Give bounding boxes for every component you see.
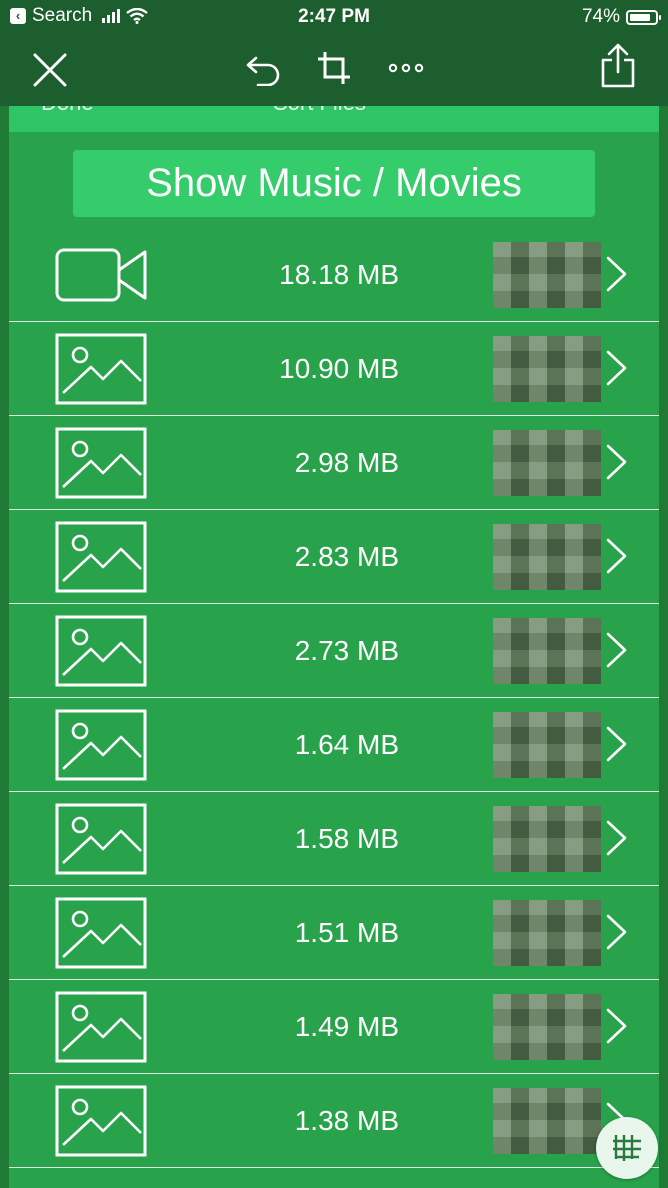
thumbnail-preview	[493, 524, 601, 590]
file-size: 2.73 MB	[294, 635, 399, 666]
file-row[interactable]: 1.38 MB	[9, 1074, 659, 1168]
image-icon	[55, 709, 147, 786]
close-icon[interactable]	[32, 52, 68, 88]
image-icon	[55, 991, 147, 1068]
battery-icon	[626, 9, 661, 25]
file-list: 18.18 MB 10.90 MB 2.98 MB 2.83 MB 2.73 MB 1.6…	[9, 228, 659, 1168]
image-icon	[55, 1085, 147, 1162]
thumbnail-preview	[493, 712, 601, 778]
undo-icon[interactable]	[244, 52, 282, 86]
crop-icon[interactable]	[316, 50, 352, 86]
file-row[interactable]: 1.51 MB	[9, 886, 659, 980]
chevron-right-icon[interactable]	[603, 724, 629, 769]
thumbnail-preview	[493, 336, 601, 402]
editor-toolbar	[0, 34, 668, 106]
more-icon[interactable]	[388, 62, 424, 74]
chevron-right-icon[interactable]	[603, 912, 629, 957]
file-row[interactable]: 1.58 MB	[9, 792, 659, 886]
file-size: 2.83 MB	[294, 541, 399, 572]
grid-icon	[613, 1135, 641, 1161]
grid-view-button[interactable]	[596, 1117, 658, 1179]
panel-header: Done Sort Files	[9, 106, 659, 132]
file-size: 1.49 MB	[294, 1011, 399, 1042]
file-row[interactable]: 18.18 MB	[9, 228, 659, 322]
file-size: 2.98 MB	[294, 447, 399, 478]
file-panel: Done Sort Files Show Music / Movies 18.1…	[9, 106, 659, 1188]
file-row[interactable]: 1.64 MB	[9, 698, 659, 792]
thumbnail-preview	[493, 430, 601, 496]
file-row[interactable]: 10.90 MB	[9, 322, 659, 416]
video-icon	[55, 248, 149, 307]
file-row[interactable]: 2.98 MB	[9, 416, 659, 510]
file-size: 10.90 MB	[279, 353, 399, 384]
thumbnail-preview	[493, 994, 601, 1060]
status-bar: ‹ Search 2:47 PM 74%	[0, 0, 668, 34]
thumbnail-preview	[493, 1088, 601, 1154]
file-row[interactable]: 2.83 MB	[9, 510, 659, 604]
chevron-right-icon[interactable]	[603, 630, 629, 675]
thumbnail-preview	[493, 242, 601, 308]
sort-files-button[interactable]: Sort Files	[273, 106, 366, 116]
file-size: 1.51 MB	[294, 917, 399, 948]
share-icon[interactable]	[600, 42, 636, 88]
thumbnail-preview	[493, 806, 601, 872]
thumbnail-preview	[493, 900, 601, 966]
image-icon	[55, 427, 147, 504]
chevron-right-icon[interactable]	[603, 442, 629, 487]
show-music-movies-button[interactable]: Show Music / Movies	[73, 150, 595, 217]
chevron-right-icon[interactable]	[603, 818, 629, 863]
image-icon	[55, 521, 147, 598]
battery-percent: 74%	[581, 6, 620, 27]
chevron-right-icon[interactable]	[603, 254, 629, 299]
image-icon	[55, 897, 147, 974]
done-button[interactable]: Done	[41, 106, 94, 116]
image-icon	[55, 803, 147, 880]
chevron-right-icon[interactable]	[603, 1006, 629, 1051]
battery-status: 74%	[581, 6, 661, 28]
chevron-right-icon[interactable]	[603, 536, 629, 581]
file-size: 1.58 MB	[294, 823, 399, 854]
file-row[interactable]: 2.73 MB	[9, 604, 659, 698]
file-row[interactable]: 1.49 MB	[9, 980, 659, 1074]
thumbnail-preview	[493, 618, 601, 684]
file-size: 1.38 MB	[294, 1105, 399, 1136]
file-size: 1.64 MB	[294, 729, 399, 760]
image-icon	[55, 333, 147, 410]
file-size: 18.18 MB	[279, 259, 399, 290]
chevron-right-icon[interactable]	[603, 348, 629, 393]
image-icon	[55, 615, 147, 692]
clock: 2:47 PM	[298, 6, 370, 27]
